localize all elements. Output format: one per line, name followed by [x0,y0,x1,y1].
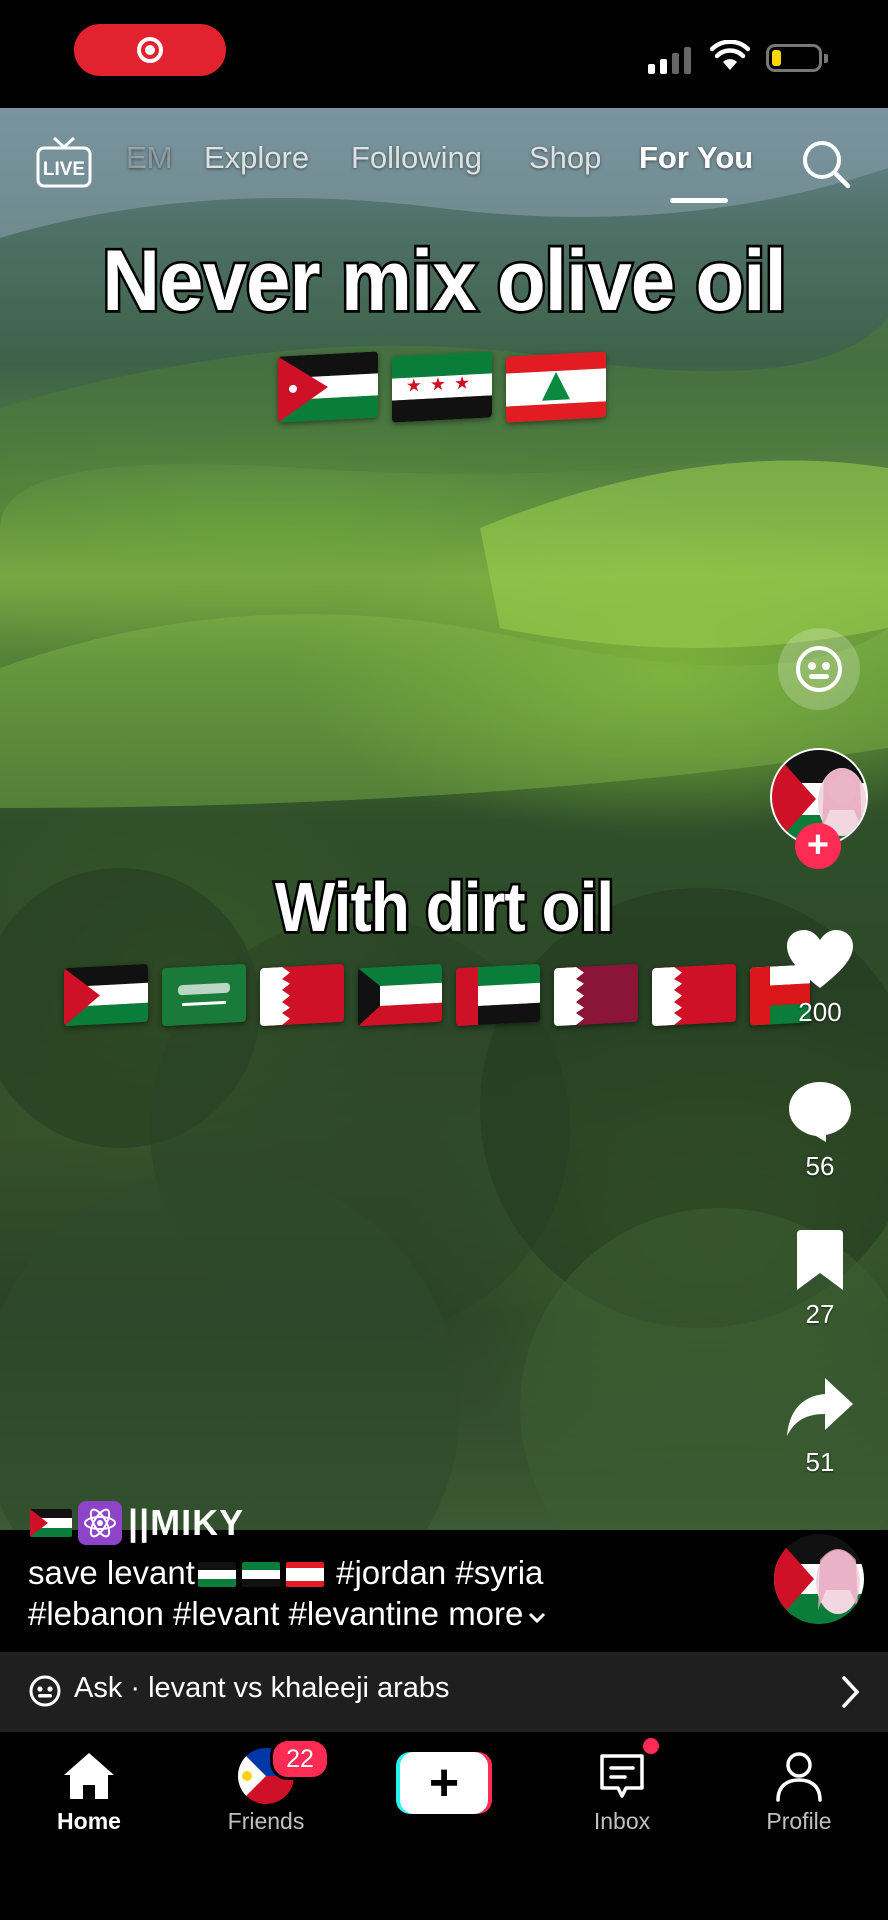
music-disc[interactable] [774,1534,864,1624]
ask-bar[interactable]: Ask · levant vs khaleeji arabs [0,1652,888,1732]
like-button[interactable]: 200 [780,928,860,1028]
status-bar [0,0,888,108]
tab-shop[interactable]: Shop [529,140,601,176]
chevron-down-icon [529,1612,546,1624]
comment-icon [789,1082,851,1142]
jordan-flag-icon [278,351,378,423]
video-caption-top: Never mix olive oil [100,230,790,332]
lebanon-flag-icon [285,1562,324,1587]
nav-home-label: Home [57,1808,121,1834]
friends-badge: 22 [270,1738,330,1780]
hashtags-line1[interactable]: #jordan #syria [336,1554,543,1591]
tab-for-you[interactable]: For You [639,140,753,176]
inbox-notification-dot [643,1738,659,1754]
jordan-flag-icon [197,1562,236,1587]
description-text: save levant [28,1554,195,1591]
screen-record-icon [137,37,163,63]
profile-icon [776,1752,822,1802]
nav-friends-label: Friends [227,1808,305,1834]
search-icon[interactable] [800,138,852,190]
palestine-flag-icon [64,963,148,1027]
author-name[interactable]: ||MIKY [128,1502,244,1544]
home-icon [64,1753,114,1799]
lebanon-flag-icon [506,351,606,423]
share-icon [787,1378,853,1436]
qatar-flag-icon [554,963,638,1027]
wifi-icon [710,40,750,70]
bookmark-button[interactable]: 27 [780,1230,860,1330]
active-tab-indicator [670,198,728,203]
ai-face-icon [29,1675,61,1707]
tab-em[interactable]: EM [126,140,173,176]
create-button[interactable]: + [396,1752,492,1814]
cellular-signal-icon [648,44,694,74]
bahrain-flag-icon [652,963,736,1027]
share-count: 51 [805,1447,835,1477]
video-caption-middle: With dirt oil [272,865,616,948]
kuwait-flag-icon [358,963,442,1027]
syria-flag-icon [241,1562,280,1587]
flag-row-top: ★★★ [278,351,606,423]
nav-profile-label: Profile [766,1808,832,1834]
atom-icon [78,1501,122,1545]
chevron-right-icon [842,1676,860,1708]
ask-text: Ask · levant vs khaleeji arabs [74,1672,450,1704]
tab-following[interactable]: Following [351,140,482,176]
uae-flag-icon [456,963,540,1027]
post-description[interactable]: save levant #jordan #syria #lebanon #lev… [28,1552,768,1634]
flag-row-middle [64,963,810,1027]
nav-inbox-label: Inbox [593,1808,651,1834]
heart-icon [787,930,853,988]
ai-face-icon [796,646,842,692]
more-link[interactable]: more [448,1595,547,1632]
saudi-arabia-flag-icon [162,963,246,1027]
inbox-icon [600,1754,644,1798]
author-row[interactable]: ||MIKY [30,1500,244,1546]
comment-count: 56 [805,1151,835,1181]
like-count: 200 [798,997,842,1027]
bahrain-flag-icon [260,963,344,1027]
bottom-navigation: Home Friends + Inbox Profile [0,1732,888,1920]
create-plus-icon: + [400,1752,488,1814]
share-button[interactable]: 51 [780,1374,860,1478]
svg-text:LIVE: LIVE [43,159,85,180]
palestine-flag-icon [30,1509,72,1537]
battery-icon [766,44,828,72]
follow-button[interactable]: + [795,823,841,869]
comment-button[interactable]: 56 [780,1078,860,1182]
plus-icon: + [806,824,830,866]
bookmark-icon [797,1230,843,1290]
post-description-area: save levant #jordan #syria #lebanon #lev… [0,1530,888,1652]
nav-home[interactable]: Home [24,1748,154,1835]
ai-face-button[interactable] [778,628,860,710]
live-tv-icon[interactable]: LIVE [36,136,92,188]
bookmark-count: 27 [805,1299,835,1329]
nav-profile[interactable]: Profile [734,1748,864,1835]
syria-flag-icon: ★★★ [392,351,492,423]
nav-inbox[interactable]: Inbox [557,1748,687,1835]
tab-explore[interactable]: Explore [204,140,309,176]
screen-record-indicator[interactable] [74,24,226,76]
hashtags-line2[interactable]: #lebanon #levant #levantine [28,1595,439,1632]
top-navigation: LIVE EM Explore Following Shop For You [0,130,888,203]
